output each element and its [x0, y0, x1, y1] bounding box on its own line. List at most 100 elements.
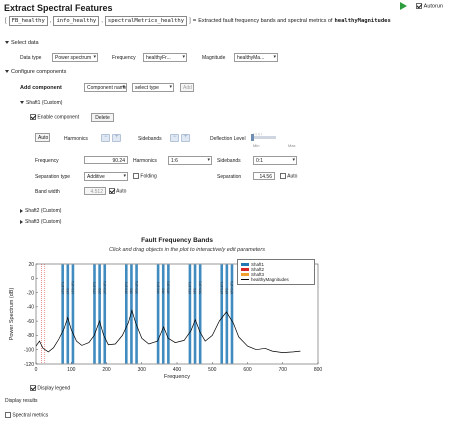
separation-auto-toggle[interactable]: Auto: [280, 173, 297, 179]
output-fb-token[interactable]: FB_healthy: [8, 16, 48, 26]
band-label: 3F0-1F1: [124, 282, 128, 294]
plot-subtitle: Click and drag objects in the plot to in…: [109, 247, 265, 253]
component-type-dropdown[interactable]: select type: [132, 83, 174, 92]
harmonics-increase-button[interactable]: [112, 134, 121, 142]
y-axis-label: Power Spectrum (dB): [9, 288, 15, 341]
shaft1-band: [156, 264, 160, 364]
frequency-field[interactable]: 90.24: [84, 156, 128, 164]
x-tick-label: 800: [314, 367, 323, 373]
folding-toggle[interactable]: Folding: [133, 173, 157, 179]
band-label: 5F0-1F1: [188, 282, 192, 294]
band-label: 6F0: [225, 288, 229, 294]
frequency-label: Frequency: [35, 158, 59, 164]
plot-legend[interactable]: Shaft1 Shaft2 Shaft3 healthyMagnitudes: [237, 259, 315, 285]
folding-checkbox[interactable]: [133, 173, 139, 179]
display-results-label: Display results: [5, 398, 38, 404]
shaft1-band: [93, 264, 96, 364]
deflection-ticks: | | | | | |: [253, 132, 262, 136]
enable-component-checkbox[interactable]: [30, 114, 36, 120]
page-title: Extract Spectral Features: [4, 3, 113, 13]
x-axis-label: Frequency: [164, 374, 190, 380]
x-tick-label: 600: [243, 367, 252, 373]
magnitude-select-label: Magnitude: [202, 55, 226, 61]
harmonics-decrease-button[interactable]: [101, 134, 110, 142]
run-icon[interactable]: [400, 2, 407, 10]
sidebands-decrease-button[interactable]: [170, 134, 179, 142]
band-width-auto-toggle[interactable]: Auto: [109, 188, 126, 194]
output-metrics-token[interactable]: spectralMetrics_healthy: [104, 16, 188, 26]
data-type-dropdown[interactable]: Power spectrum: [52, 53, 98, 62]
x-tick-label: 200: [102, 367, 111, 373]
plot-title: Fault Frequency Bands: [141, 237, 213, 244]
select-data-section[interactable]: Select data: [5, 40, 39, 46]
output-info-token[interactable]: info_healthy: [53, 16, 100, 26]
separation-type-dropdown[interactable]: Additive: [84, 172, 128, 181]
harmonics-label: Harmonics: [133, 158, 157, 164]
shaft1-band: [220, 264, 224, 364]
sidebands-stepper-label: Sidebands: [138, 136, 162, 142]
band-label: 4F0: [161, 288, 165, 294]
shaft1-band: [188, 264, 192, 364]
sidebands-increase-button[interactable]: [181, 134, 190, 142]
add-component-label: Add component: [20, 85, 62, 91]
y-tick-label: 20: [28, 262, 34, 268]
deflection-slider-track[interactable]: [252, 136, 276, 139]
band-label: 1F0-1F1: [61, 282, 65, 294]
x-tick-label: 300: [138, 367, 147, 373]
component-name-input[interactable]: Component name: [84, 83, 127, 92]
y-tick-label: -60: [27, 319, 34, 325]
spectral-metrics-toggle[interactable]: Spectral metrics: [5, 412, 48, 418]
harmonics-dropdown[interactable]: 1:6: [168, 156, 212, 165]
description-text: Extracted fault frequency bands and spec…: [198, 18, 333, 24]
delete-component-button[interactable]: Delete: [91, 113, 114, 122]
shaft3-section[interactable]: Shaft3 (Custom): [20, 219, 61, 225]
band-label: 5F0: [193, 288, 197, 294]
description-variable: healthyMagnitudes: [334, 18, 391, 24]
output-line: [ FB_healthy , info_healthy , spectralMe…: [5, 16, 391, 26]
deflection-level-label: Deflection Level: [210, 136, 246, 142]
y-tick-label: -20: [27, 290, 34, 296]
sidebands-dropdown[interactable]: 0:1: [253, 156, 297, 165]
band-label: 3F0+1F1: [135, 281, 139, 294]
x-tick-label: 400: [173, 367, 182, 373]
enable-component-toggle[interactable]: Enable component: [30, 114, 79, 120]
shaft1-band: [71, 264, 75, 364]
legend-item-spectrum: healthyMagnitudes: [241, 277, 311, 282]
band-label: 1F0+1F1: [71, 281, 75, 294]
band-width-label: Band width: [35, 189, 60, 195]
separation-auto-checkbox[interactable]: [280, 173, 286, 179]
band-label: 2F0: [98, 288, 102, 294]
separation-field[interactable]: 14.56: [253, 172, 275, 180]
band-label: 2F0-1F1: [93, 282, 97, 294]
spectral-metrics-checkbox[interactable]: [5, 412, 11, 418]
configure-components-section[interactable]: Configure components: [5, 69, 66, 75]
frequency-dropdown[interactable]: healthyFr...: [143, 53, 187, 62]
y-tick-label: -80: [27, 333, 34, 339]
magnitude-dropdown[interactable]: healthyMa...: [234, 53, 278, 62]
add-component-button[interactable]: Add: [180, 83, 194, 92]
y-tick-label: -100: [24, 348, 34, 354]
band-label: 6F0+1F1: [230, 281, 234, 294]
y-tick-label: -120: [24, 362, 34, 368]
x-tick-label: 0: [35, 367, 38, 373]
sidebands-label: Sidebands: [217, 158, 241, 164]
band-width-field[interactable]: 4.512: [84, 187, 106, 195]
x-tick-label: 500: [208, 367, 217, 373]
autorun-checkbox[interactable]: [416, 3, 422, 9]
shaft1-band: [66, 264, 70, 364]
autorun-label: Autorun: [423, 3, 443, 10]
band-width-auto-checkbox[interactable]: [109, 188, 115, 194]
autorun-toggle[interactable]: Autorun: [416, 3, 443, 10]
shaft2-section[interactable]: Shaft2 (Custom): [20, 208, 61, 214]
display-legend-toggle[interactable]: Display legend: [30, 385, 70, 391]
shaft1-section[interactable]: Shaft1 (Custom): [20, 100, 62, 106]
harmonics-stepper-label: Harmonics: [64, 136, 88, 142]
display-legend-checkbox[interactable]: [30, 385, 36, 391]
shaft1-band: [103, 264, 107, 364]
chevron-right-icon: [20, 208, 23, 213]
frequency-select-label: Frequency: [112, 55, 136, 61]
data-type-label: Data type: [20, 55, 42, 61]
auto-button[interactable]: Auto: [35, 133, 50, 142]
band-label: 4F0-1F1: [156, 282, 160, 294]
shaft1-band: [61, 264, 64, 364]
